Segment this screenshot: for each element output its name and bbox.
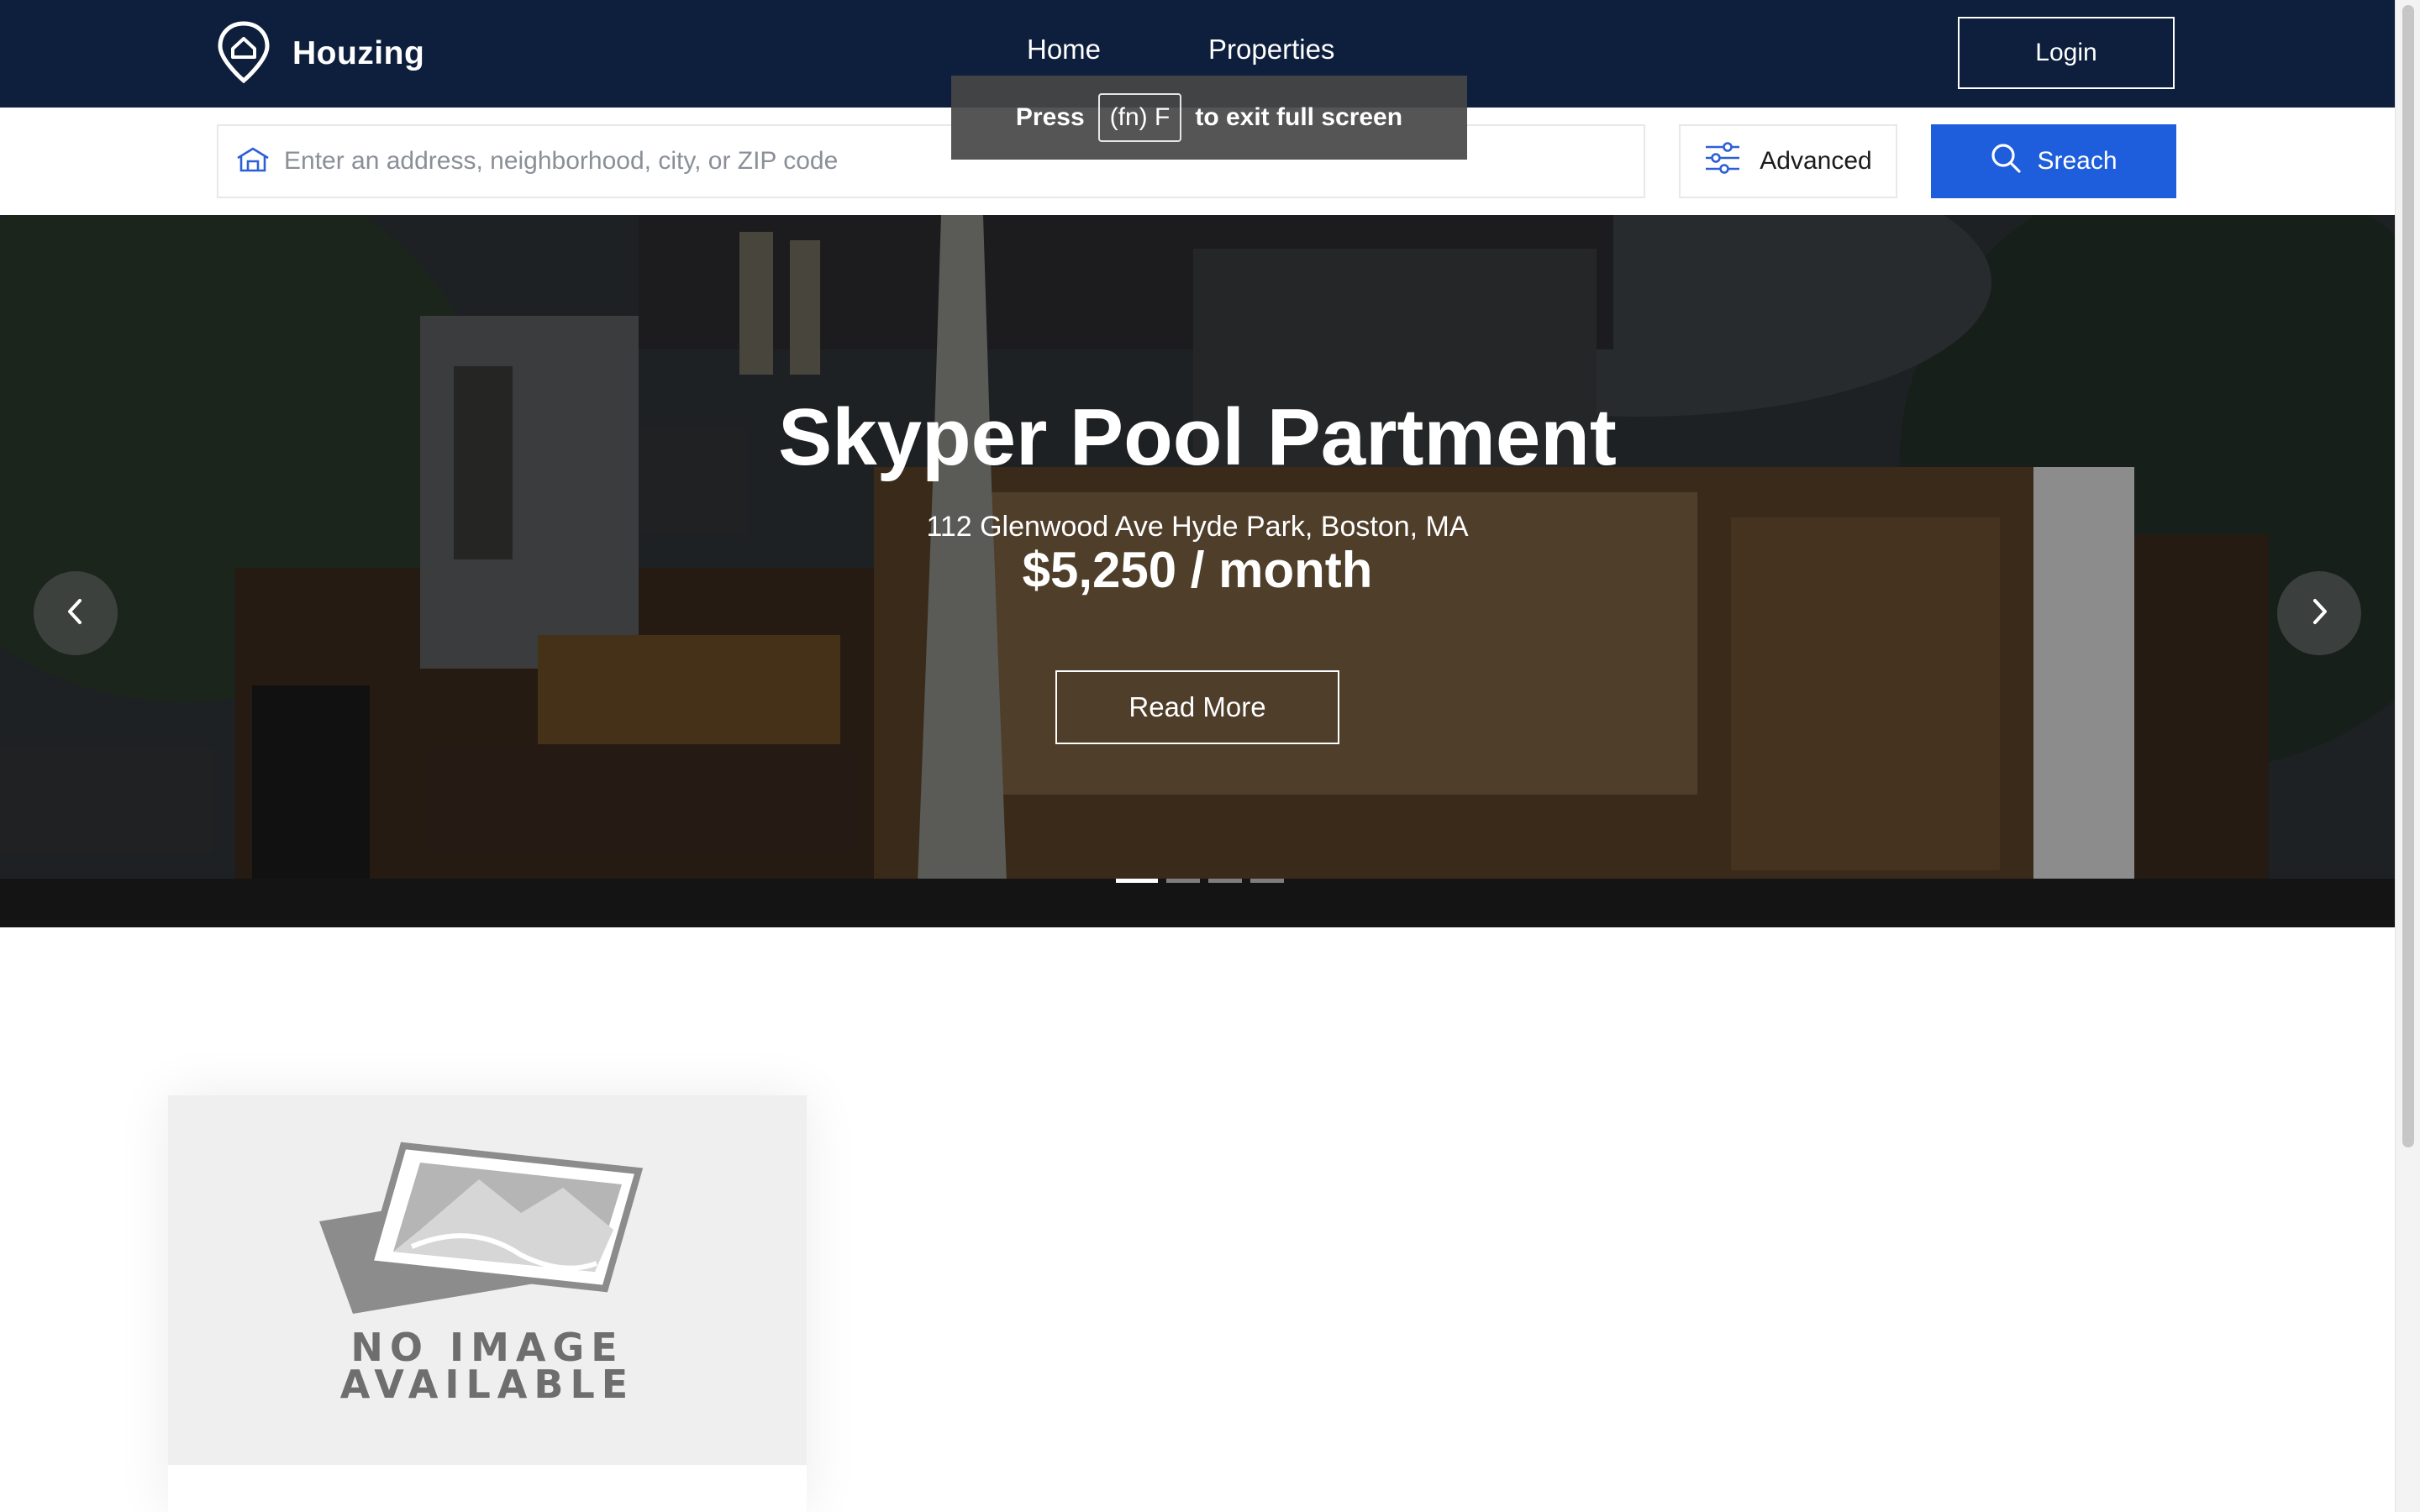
hero-address: 112 Glenwood Ave Hyde Park, Boston, MA <box>926 511 1469 543</box>
no-image-line2: AVAILABLE <box>339 1362 635 1407</box>
chevron-right-icon <box>2308 597 2330 630</box>
toast-message: to exit full screen <box>1195 103 1403 131</box>
toast-key: (fn) F <box>1097 93 1182 142</box>
login-button[interactable]: Login <box>1958 17 2175 89</box>
page-scrollbar[interactable] <box>2395 0 2420 1512</box>
search-icon <box>1990 142 2022 181</box>
search-button[interactable]: Sreach <box>1931 124 2176 198</box>
advanced-label: Advanced <box>1760 147 1872 175</box>
carousel-dot[interactable] <box>1250 879 1284 883</box>
card-image-placeholder: NO IMAGE AVAILABLE <box>168 1095 807 1465</box>
hero-title: Skyper Pool Partment <box>778 392 1617 482</box>
no-image-line1: NO IMAGE <box>350 1325 624 1370</box>
hero-carousel: Skyper Pool Partment 112 Glenwood Ave Hy… <box>0 215 2395 927</box>
scrollbar-thumb[interactable] <box>2402 5 2414 1147</box>
house-pin-icon <box>217 20 271 88</box>
brand-name: Houzing <box>292 35 425 71</box>
advanced-button[interactable]: Advanced <box>1679 124 1897 198</box>
brand-logo-link[interactable]: Houzing <box>217 20 425 88</box>
fullscreen-toast: Press (fn) F to exit full screen <box>951 76 1467 160</box>
sliders-icon <box>1704 141 1741 181</box>
read-more-button[interactable]: Read More <box>1055 670 1339 744</box>
carousel-dot[interactable] <box>1116 879 1158 883</box>
hero-price: $5,250 / month <box>1022 542 1373 598</box>
carousel-dot[interactable] <box>1208 879 1242 883</box>
carousel-next-button[interactable] <box>2277 571 2361 655</box>
no-image-text: NO IMAGE AVAILABLE <box>168 1325 807 1407</box>
search-label: Sreach <box>2037 147 2118 175</box>
house-icon <box>235 146 271 177</box>
chevron-left-icon <box>65 597 87 630</box>
nav-properties[interactable]: Properties <box>1208 34 1334 66</box>
toast-press: Press <box>1015 103 1085 131</box>
nav-home[interactable]: Home <box>1027 34 1101 66</box>
carousel-dots <box>1116 879 1284 883</box>
carousel-prev-button[interactable] <box>34 571 118 655</box>
property-card[interactable]: NO IMAGE AVAILABLE <box>168 1095 807 1512</box>
carousel-dot[interactable] <box>1166 879 1200 883</box>
main-nav: Home Properties <box>1027 34 1334 66</box>
